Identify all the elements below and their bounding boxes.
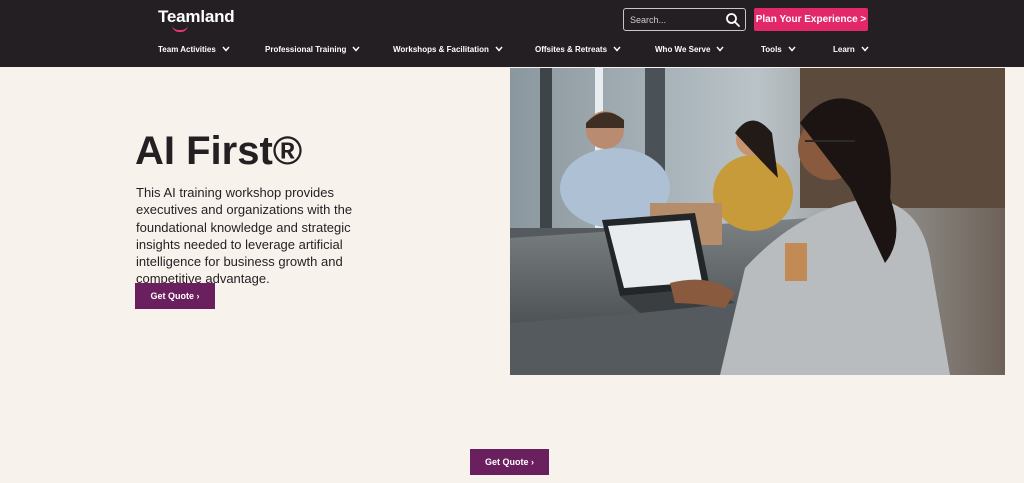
- nav-item-learn[interactable]: Learn: [833, 42, 869, 56]
- teamland-logo[interactable]: Teamland: [158, 7, 248, 32]
- search-box: [623, 8, 746, 31]
- nav-item-label: Team Activities: [158, 44, 216, 54]
- nav-item-workshops-facilitation[interactable]: Workshops & Facilitation: [393, 42, 503, 56]
- nav-item-label: Tools: [761, 44, 782, 54]
- chevron-down-icon: [352, 46, 360, 52]
- logo-smile-mark: [172, 25, 188, 32]
- chevron-down-icon: [861, 46, 869, 52]
- logo-text: Teamland: [158, 7, 235, 26]
- nav-item-team-activities[interactable]: Team Activities: [158, 42, 230, 56]
- nav-item-professional-training[interactable]: Professional Training: [265, 42, 360, 56]
- nav-item-label: Workshops & Facilitation: [393, 44, 489, 54]
- chevron-down-icon: [788, 46, 796, 52]
- hero-photo: [510, 68, 1005, 375]
- chevron-down-icon: [495, 46, 503, 52]
- nav-item-label: Learn: [833, 44, 855, 54]
- chevron-down-icon: [222, 46, 230, 52]
- site-header: Teamland Plan Your Experience > Team Act…: [0, 0, 1024, 67]
- nav-item-tools[interactable]: Tools: [761, 42, 796, 56]
- chevron-down-icon: [613, 46, 621, 52]
- search-input[interactable]: [630, 12, 725, 28]
- hero-description: This AI training workshop provides execu…: [136, 185, 353, 287]
- chevron-down-icon: [716, 46, 724, 52]
- search-icon[interactable]: [725, 12, 741, 28]
- nav-item-label: Professional Training: [265, 44, 347, 54]
- plan-your-experience-button[interactable]: Plan Your Experience >: [754, 8, 868, 31]
- nav-item-offsites-retreats[interactable]: Offsites & Retreats: [535, 42, 621, 56]
- nav-item-label: Who We Serve: [655, 44, 711, 54]
- nav-item-label: Offsites & Retreats: [535, 44, 608, 54]
- get-quote-button[interactable]: Get Quote ›: [135, 283, 215, 309]
- page-title: AI First®: [135, 129, 303, 173]
- nav-item-who-we-serve[interactable]: Who We Serve: [655, 42, 724, 56]
- get-quote-button-bottom[interactable]: Get Quote ›: [470, 449, 549, 475]
